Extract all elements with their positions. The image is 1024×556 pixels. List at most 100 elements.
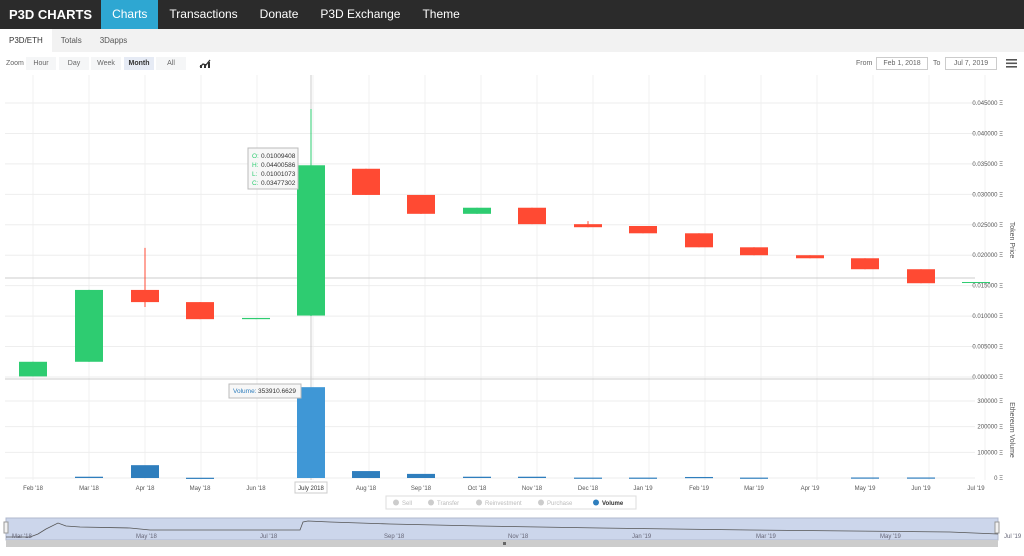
- navigator-label: Sep '18: [384, 534, 405, 540]
- x-crosshair-label: July 2018: [298, 486, 324, 492]
- volume-axis-title: Ethereum Volume: [1008, 402, 1015, 458]
- volume-bar: [685, 476, 713, 479]
- volume-tick-label: 300000 Ξ: [977, 399, 1003, 405]
- x-tick-label: Nov '18: [522, 486, 543, 492]
- nav-transactions[interactable]: Transactions: [158, 0, 248, 29]
- navigator-label: May '18: [136, 534, 157, 540]
- volume-bar: [75, 476, 103, 478]
- nav-donate[interactable]: Donate: [249, 0, 310, 29]
- legend-marker: [428, 499, 434, 506]
- tab-totals[interactable]: Totals: [52, 29, 91, 52]
- nav-charts[interactable]: Charts: [101, 0, 159, 29]
- volume-bar: [518, 476, 546, 478]
- x-tick-label: July 2018: [298, 486, 324, 492]
- chart-toolbar: Zoom Hour Day Week Month All From Feb 1,…: [0, 56, 1024, 72]
- x-tick-label: Jun '19: [911, 486, 931, 492]
- volume-tooltip: [228, 383, 302, 399]
- tooltip-key: O:: [252, 153, 259, 160]
- x-tick-label: May '19: [855, 486, 876, 492]
- navigator-scrollbar: [6, 540, 998, 547]
- from-date-input[interactable]: Feb 1, 2018: [876, 57, 928, 70]
- volume-tick-label: 100000 Ξ: [977, 450, 1003, 456]
- navigator-label: Nov '18: [508, 534, 529, 540]
- legend-item-transfer: Transfer: [437, 501, 459, 507]
- candle-body: [685, 233, 713, 248]
- volume-bar: [851, 477, 879, 479]
- candle-body: [75, 289, 103, 362]
- zoom-day-button[interactable]: Day: [59, 57, 89, 70]
- tab-p3d-eth[interactable]: P3D/ETH: [0, 29, 52, 52]
- x-tick-label: Feb '19: [689, 486, 709, 492]
- nav-p3d-exchange[interactable]: P3D Exchange: [309, 0, 411, 29]
- x-crosshair-label-box: [294, 481, 328, 494]
- x-tick-label: May '18: [190, 486, 211, 492]
- nav-theme[interactable]: Theme: [411, 0, 470, 29]
- x-tick-label: Oct '18: [468, 486, 487, 492]
- candlestick-chart: 0.000000 Ξ 0.005000 Ξ 0.010000 Ξ 0.015000 Ξ…: [3, 75, 1022, 547]
- candle-body: [574, 224, 602, 228]
- chart-indicator-icon[interactable]: [199, 58, 211, 68]
- tooltip-value: 0.01009408: [261, 153, 296, 160]
- navigator-handle-right: [994, 521, 1000, 534]
- navigator-range: [5, 517, 999, 541]
- volume-bar: [186, 477, 214, 479]
- to-date-input[interactable]: Jul 7, 2019: [945, 57, 997, 70]
- legend-marker: [393, 499, 399, 506]
- price-tick-label: 0.045000 Ξ: [972, 101, 1003, 107]
- volume-bar: [131, 465, 159, 478]
- tab-bar: P3D/ETH Totals 3Dapps: [0, 29, 1024, 52]
- x-tick-label: Sep '18: [411, 486, 432, 492]
- candle-body: [518, 207, 546, 225]
- candle-body: [131, 289, 159, 303]
- volume-bar: [740, 477, 768, 479]
- legend: [385, 495, 637, 510]
- candle-body: [629, 225, 657, 234]
- candle-body: [851, 258, 879, 270]
- zoom-all-button[interactable]: All: [156, 57, 186, 70]
- candle-body: [796, 255, 824, 259]
- price-tick-label: 0.025000 Ξ: [972, 223, 1003, 229]
- tooltip-volume-value: 353910.6629: [258, 388, 296, 395]
- zoom-week-button[interactable]: Week: [91, 57, 121, 70]
- tooltip-value: 0.04400586: [261, 162, 296, 169]
- candle-body: [242, 317, 270, 320]
- candle-body: [352, 168, 380, 195]
- x-tick-label: Mar '18: [79, 486, 99, 492]
- navigator-handle-left: [3, 521, 9, 534]
- zoom-hour-button[interactable]: Hour: [26, 57, 56, 70]
- legend-item-reinvestment: Reinvestment: [485, 501, 522, 507]
- x-tick-label: Jul '19: [967, 486, 985, 492]
- brand-logo[interactable]: P3D CHARTS: [0, 0, 101, 29]
- hamburger-icon[interactable]: [1006, 59, 1017, 68]
- candle-body: [740, 247, 768, 256]
- volume-bar: [629, 477, 657, 479]
- candle-body: [19, 361, 47, 377]
- legend-item-sell: Sell: [402, 501, 412, 507]
- tooltip-value: 0.03477302: [261, 180, 296, 187]
- zoom-month-button[interactable]: Month: [124, 57, 154, 70]
- navigator-label: Jul '18: [260, 534, 278, 540]
- navigator-series: [6, 520, 999, 538]
- scrollbar-grip-icon: [503, 542, 506, 545]
- price-tick-label: 0.000000 Ξ: [972, 375, 1003, 381]
- zoom-label: Zoom: [6, 60, 24, 67]
- tooltip-value: 0.01001073: [261, 171, 296, 178]
- volume-tick-label: 0 Ξ: [994, 476, 1003, 482]
- volume-bar: [297, 387, 325, 478]
- top-nav: P3D CHARTS Charts Transactions Donate P3…: [0, 0, 1024, 29]
- legend-item-volume: Volume: [602, 501, 624, 507]
- price-tick-label: 0.015000 Ξ: [972, 284, 1003, 290]
- x-tick-label: Jun '18: [246, 486, 266, 492]
- x-tick-label: Apr '18: [136, 486, 155, 492]
- tooltip-key: C:: [252, 180, 259, 187]
- tab-3dapps[interactable]: 3Dapps: [91, 29, 137, 52]
- candle-body: [297, 165, 325, 316]
- legend-marker: [476, 499, 482, 506]
- price-tick-label: 0.010000 Ξ: [972, 314, 1003, 320]
- volume-bar: [352, 471, 380, 478]
- navigator-label: Mar '19: [756, 534, 776, 540]
- x-tick-label: Mar '19: [744, 486, 764, 492]
- tooltip-key: H:: [252, 162, 259, 169]
- volume-bar: [463, 476, 491, 478]
- ohlc-tooltip: [247, 147, 299, 190]
